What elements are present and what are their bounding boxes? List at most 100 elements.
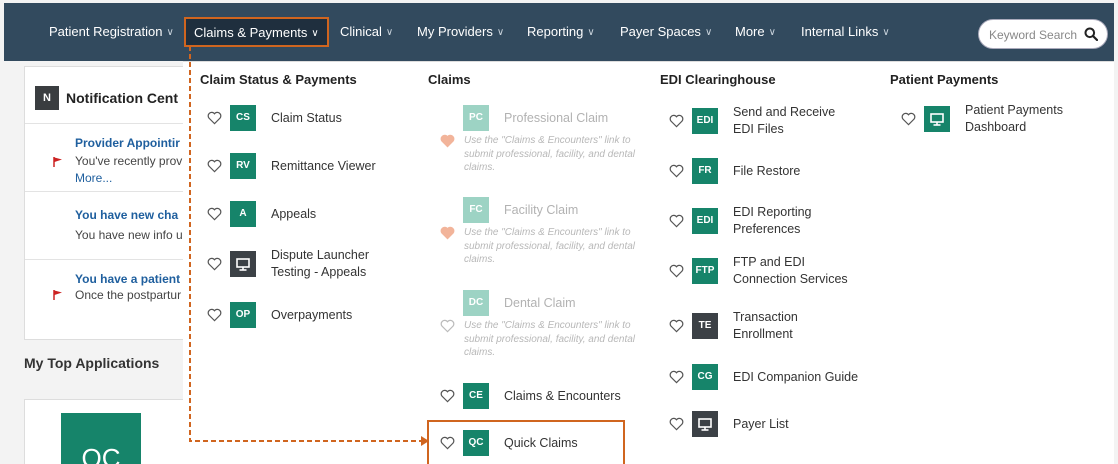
fc-badge-icon: FC xyxy=(463,197,489,223)
notification-center-header: N Notification Cent xyxy=(35,86,178,110)
menu-item-dispute-launcher[interactable]: Dispute Launcher Testing - Appeals xyxy=(207,244,369,284)
heart-icon[interactable] xyxy=(669,214,684,228)
monitor-icon xyxy=(230,251,256,277)
heart-icon[interactable] xyxy=(669,370,684,384)
heading-claims: Claims xyxy=(428,72,471,87)
notification-item[interactable]: You have a patient Once the postpartur xyxy=(25,259,185,341)
a-badge-icon: A xyxy=(230,201,256,227)
flag-icon xyxy=(53,290,62,300)
heart-icon[interactable] xyxy=(669,319,684,333)
pc-badge-icon: PC xyxy=(463,105,489,131)
menu-item-send-receive-edi[interactable]: EDI Send and Receive EDI Files xyxy=(669,101,835,141)
notification-title[interactable]: You have a patient xyxy=(75,272,180,286)
chevron-down-icon: ∨ xyxy=(385,27,394,38)
dental-claim-note: Use the "Claims & Encounters" link to su… xyxy=(464,320,636,358)
heart-icon[interactable] xyxy=(669,417,684,431)
nav-reporting[interactable]: Reporting ∨ xyxy=(527,3,595,61)
ce-badge-icon: CE xyxy=(463,383,489,409)
menu-item-patient-payments-dashboard[interactable]: Patient Payments Dashboard xyxy=(901,99,1063,139)
heart-filled-icon[interactable] xyxy=(440,134,455,148)
heart-icon[interactable] xyxy=(207,257,222,271)
menu-item-claim-status[interactable]: CS Claim Status xyxy=(207,98,342,138)
fr-badge-icon: FR xyxy=(692,158,718,184)
notification-center-panel: N Notification Cent Provider Appointir Y… xyxy=(24,66,185,341)
heart-icon[interactable] xyxy=(440,319,455,333)
chevron-down-icon: ∨ xyxy=(704,27,713,38)
quick-claims-tile-icon[interactable]: QC xyxy=(61,413,141,464)
chevron-down-icon: ∨ xyxy=(496,27,505,38)
chevron-down-icon: ∨ xyxy=(882,27,890,38)
menu-item-remittance-viewer[interactable]: RV Remittance Viewer xyxy=(207,146,376,186)
menu-item-facility-claim[interactable]: FC Facility Claim xyxy=(463,190,578,230)
notification-title[interactable]: You have new cha xyxy=(75,208,178,222)
heading-patient-payments: Patient Payments xyxy=(890,72,999,87)
keyword-search[interactable] xyxy=(978,19,1108,49)
notification-title[interactable]: Provider Appointir xyxy=(75,136,180,150)
notification-item[interactable]: You have new cha You have new info u xyxy=(25,191,185,259)
menu-item-quick-claims[interactable]: QC Quick Claims xyxy=(440,423,578,463)
chevron-down-icon: ∨ xyxy=(587,27,595,38)
notification-badge: N xyxy=(35,86,59,110)
heart-icon[interactable] xyxy=(669,164,684,178)
notification-more-link[interactable]: More... xyxy=(75,170,112,187)
edi-badge-icon: EDI xyxy=(692,108,718,134)
chevron-down-icon: ∨ xyxy=(768,27,776,38)
menu-item-professional-claim[interactable]: PC Professional Claim xyxy=(463,98,608,138)
heading-edi-clearinghouse: EDI Clearinghouse xyxy=(660,72,776,87)
heart-icon[interactable] xyxy=(207,111,222,125)
flag-icon xyxy=(53,157,62,167)
top-navigation-bar: Patient Registration ∨ Claims & Payments ∨… xyxy=(4,3,1114,61)
notification-text: Once the postpartur xyxy=(75,288,182,302)
heart-filled-icon[interactable] xyxy=(440,226,455,240)
heart-icon[interactable] xyxy=(669,114,684,128)
professional-claim-note: Use the "Claims & Encounters" link to su… xyxy=(464,135,636,173)
notification-text: You have new info u xyxy=(75,228,183,242)
op-badge-icon: OP xyxy=(230,302,256,328)
menu-item-file-restore[interactable]: FR File Restore xyxy=(669,151,800,191)
heart-icon[interactable] xyxy=(440,389,455,403)
search-input[interactable] xyxy=(989,26,1087,44)
facility-claim-note: Use the "Claims & Encounters" link to su… xyxy=(464,227,636,265)
rv-badge-icon: RV xyxy=(230,153,256,179)
menu-item-payer-list[interactable]: Payer List xyxy=(669,404,789,444)
dc-badge-icon: DC xyxy=(463,290,489,316)
chevron-down-icon: ∨ xyxy=(166,27,174,38)
heading-claim-status-payments: Claim Status & Payments xyxy=(200,72,357,87)
nav-clinical[interactable]: Clinical ∨ xyxy=(340,3,393,61)
nav-internal-links[interactable]: Internal Links ∨ xyxy=(801,3,890,61)
search-icon[interactable] xyxy=(1084,27,1098,41)
heart-icon[interactable] xyxy=(207,308,222,322)
menu-item-overpayments[interactable]: OP Overpayments xyxy=(207,295,352,335)
nav-my-providers[interactable]: My Providers ∨ xyxy=(417,3,504,61)
heart-icon[interactable] xyxy=(669,264,684,278)
heart-icon[interactable] xyxy=(207,159,222,173)
ftp-badge-icon: FTP xyxy=(692,258,718,284)
heart-icon[interactable] xyxy=(207,207,222,221)
nav-payer-spaces[interactable]: Payer Spaces ∨ xyxy=(620,3,712,61)
monitor-icon xyxy=(692,411,718,437)
cg-badge-icon: CG xyxy=(692,364,718,390)
heart-icon[interactable] xyxy=(440,436,455,450)
monitor-icon xyxy=(924,106,950,132)
nav-patient-registration[interactable]: Patient Registration ∨ xyxy=(49,3,174,61)
notification-text: You've recently prov xyxy=(75,154,183,168)
menu-item-claims-encounters[interactable]: CE Claims & Encounters xyxy=(440,376,621,416)
te-badge-icon: TE xyxy=(692,313,718,339)
chevron-down-icon: ∨ xyxy=(311,28,319,39)
menu-item-edi-companion-guide[interactable]: CG EDI Companion Guide xyxy=(669,357,858,397)
menu-item-edi-reporting[interactable]: EDI EDI Reporting Preferences xyxy=(669,201,812,241)
notification-center-title: Notification Cent xyxy=(66,90,178,106)
my-top-applications-title: My Top Applications xyxy=(24,355,160,371)
menu-item-dental-claim[interactable]: DC Dental Claim xyxy=(463,283,576,323)
qc-badge-icon: QC xyxy=(463,430,489,456)
nav-more[interactable]: More ∨ xyxy=(735,3,776,61)
menu-item-transaction-enrollment[interactable]: TE Transaction Enrollment xyxy=(669,306,798,346)
cs-badge-icon: CS xyxy=(230,105,256,131)
heart-icon[interactable] xyxy=(901,112,916,126)
menu-item-ftp-edi[interactable]: FTP FTP and EDI Connection Services xyxy=(669,251,848,291)
app-tile[interactable]: QC xyxy=(24,399,184,464)
menu-item-appeals[interactable]: A Appeals xyxy=(207,194,316,234)
nav-claims-payments[interactable]: Claims & Payments ∨ xyxy=(184,17,329,47)
edi-badge-icon: EDI xyxy=(692,208,718,234)
notification-item[interactable]: Provider Appointir You've recently prov … xyxy=(25,123,185,191)
